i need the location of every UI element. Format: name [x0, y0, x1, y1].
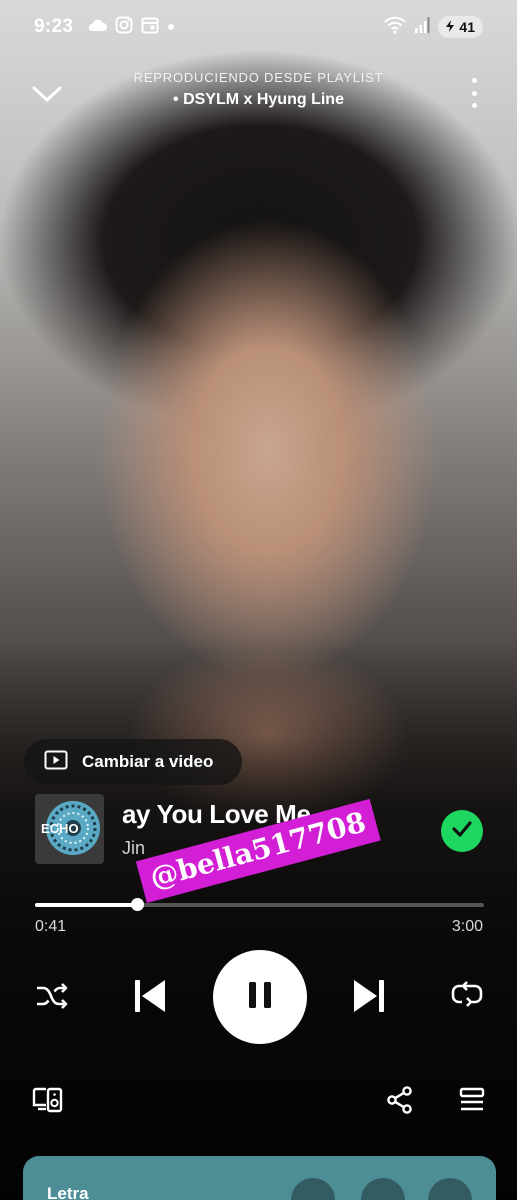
dot-icon — [167, 18, 175, 36]
more-options-button[interactable] — [467, 78, 481, 108]
playback-controls — [0, 950, 517, 1044]
playing-from-label: REPRODUCIENDO DESDE PLAYLIST — [133, 70, 384, 85]
next-button[interactable] — [345, 974, 393, 1022]
shuffle-button[interactable] — [30, 978, 74, 1018]
repeat-button[interactable] — [444, 976, 490, 1020]
pause-button[interactable] — [213, 950, 307, 1044]
pause-icon — [246, 980, 274, 1015]
cloud-icon — [87, 18, 108, 37]
album-cover-text: ECHO — [41, 821, 79, 836]
total-time: 3:00 — [451, 918, 483, 935]
chevron-down-icon — [30, 86, 64, 112]
signal-icon — [414, 16, 430, 39]
queue-icon — [458, 1086, 486, 1119]
lyrics-more-button[interactable] — [428, 1178, 472, 1200]
more-dot — [471, 90, 477, 96]
lyrics-share-button[interactable] — [291, 1178, 335, 1200]
elapsed-time: 0:41 — [35, 918, 67, 935]
video-play-icon — [44, 750, 68, 775]
lyrics-card[interactable]: Letra — [23, 1156, 496, 1200]
switch-to-video-button[interactable]: Cambiar a video — [24, 739, 242, 785]
skip-previous-icon — [132, 977, 168, 1020]
progress-bar[interactable] — [35, 898, 484, 911]
playing-from-context[interactable]: REPRODUCIENDO DESDE PLAYLIST • DSYLM x H… — [80, 70, 437, 109]
player-header: REPRODUCIENDO DESDE PLAYLIST • DSYLM x H… — [0, 64, 517, 124]
track-artist[interactable]: Jin — [122, 838, 145, 859]
devices-icon — [32, 1086, 64, 1119]
progress-fill — [35, 903, 138, 907]
status-bar: 9:23 41 — [0, 0, 517, 54]
battery-indicator: 41 — [438, 16, 483, 38]
more-dot — [471, 103, 477, 108]
share-icon — [386, 1085, 414, 1120]
wifi-icon — [384, 16, 407, 39]
saved-to-library-button[interactable] — [441, 810, 483, 852]
album-cover[interactable]: ECHO — [35, 794, 104, 864]
skip-next-icon — [351, 977, 387, 1020]
status-notification-icons — [87, 16, 175, 39]
share-button[interactable] — [383, 1085, 417, 1119]
check-icon — [451, 820, 473, 843]
status-system-icons: 41 — [384, 16, 483, 39]
bottom-actions — [0, 1083, 517, 1123]
playlist-name: • DSYLM x Hyung Line — [173, 91, 344, 108]
queue-button[interactable] — [454, 1085, 490, 1119]
battery-level: 41 — [459, 19, 475, 35]
lyrics-expand-button[interactable] — [361, 1178, 405, 1200]
battery-icon — [444, 19, 456, 36]
repeat-icon — [450, 980, 484, 1016]
more-dot — [471, 78, 477, 83]
calendar-icon — [141, 16, 159, 39]
connect-device-button[interactable] — [30, 1085, 66, 1119]
instagram-icon — [115, 16, 133, 39]
switch-to-video-label: Cambiar a video — [82, 752, 214, 771]
shuffle-icon — [34, 981, 70, 1016]
lyrics-title: Letra — [47, 1184, 89, 1200]
collapse-button[interactable] — [30, 78, 64, 108]
status-time: 9:23 — [34, 16, 74, 37]
previous-button[interactable] — [126, 974, 174, 1022]
